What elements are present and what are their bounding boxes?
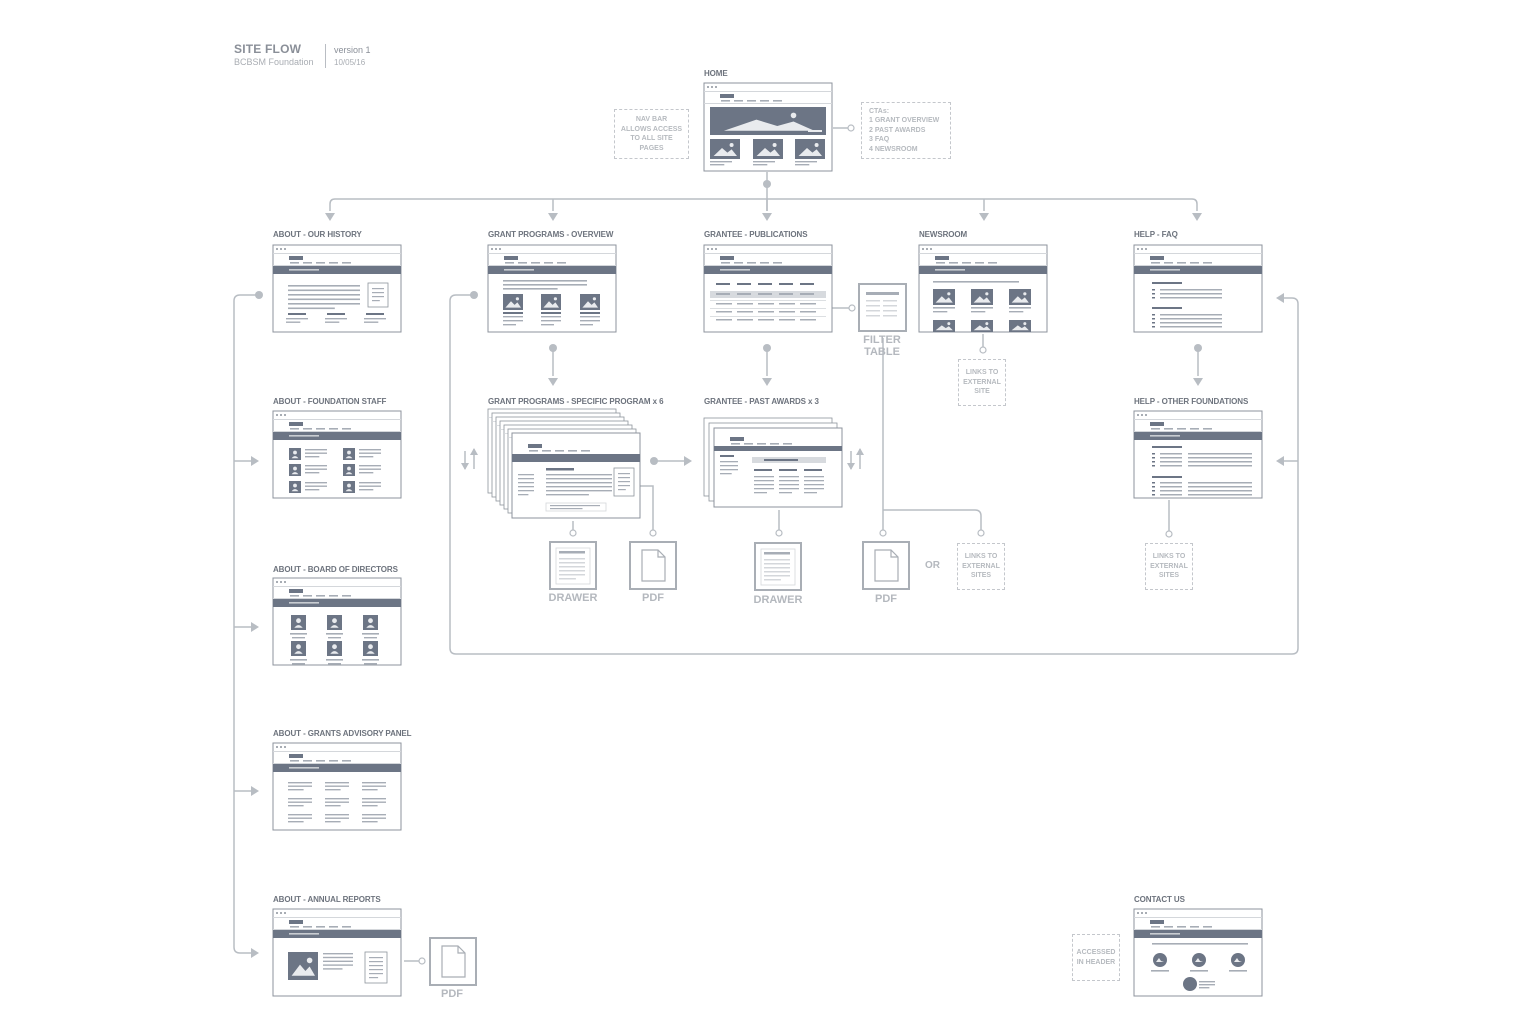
about-reports-wireframe xyxy=(272,908,402,997)
label-about-board: ABOUT - BOARD OF DIRECTORS xyxy=(273,565,398,574)
drawer-icon-grant xyxy=(549,541,597,590)
note-ctas: CTAs: 1 GRANT OVERVIEW 2 PAST AWARDS 3 F… xyxy=(861,102,951,159)
label-filter-table: FILTER TABLE xyxy=(863,334,901,358)
label-grantee-publications: GRANTEE - PUBLICATIONS xyxy=(704,230,808,239)
label-newsroom: NEWSROOM xyxy=(919,230,968,239)
note-header-access: ACCESSED IN HEADER xyxy=(1072,934,1120,981)
help-faq-wireframe xyxy=(1133,244,1263,333)
label-grant-overview: GRANT PROGRAMS - OVERVIEW xyxy=(488,230,614,239)
home-wireframe xyxy=(703,82,833,172)
grant-specific-wireframe xyxy=(487,408,641,519)
label-or: OR xyxy=(925,560,940,571)
label-grant-specific: GRANT PROGRAMS - SPECIFIC PROGRAM x 6 xyxy=(488,397,664,406)
label-about-staff: ABOUT - FOUNDATION STAFF xyxy=(273,397,387,406)
note-external-sites: LINKS TO EXTERNAL SITES xyxy=(957,543,1005,590)
label-pdf-grant: PDF xyxy=(642,592,664,604)
label-pdf-reports: PDF xyxy=(441,988,463,1000)
note-nav-bar: NAV BAR ALLOWS ACCESS TO ALL SITE PAGES xyxy=(614,109,689,159)
help-other-wireframe xyxy=(1133,410,1263,499)
pdf-icon-publications xyxy=(862,541,910,590)
note-help-links: LINKS TO EXTERNAL SITES xyxy=(1145,543,1193,590)
pdf-icon-grant xyxy=(629,541,677,590)
newsroom-wireframe xyxy=(918,244,1048,333)
flow-diagram xyxy=(233,82,1299,997)
grantee-publications-wireframe xyxy=(703,244,833,333)
about-staff-wireframe xyxy=(272,410,402,499)
label-help-other: HELP - OTHER FOUNDATIONS xyxy=(1134,397,1249,406)
label-help-faq: HELP - FAQ xyxy=(1134,230,1178,239)
label-drawer-grant: DRAWER xyxy=(548,592,598,604)
label-pdf-publications: PDF xyxy=(875,593,897,605)
contact-wireframe xyxy=(1133,908,1263,997)
note-newsroom-links: LINKS TO EXTERNAL SITE xyxy=(958,359,1006,406)
filter-table-icon xyxy=(858,283,907,332)
about-board-wireframe xyxy=(272,577,402,666)
label-about-reports: ABOUT - ANNUAL REPORTS xyxy=(273,895,381,904)
grantee-past-awards-wireframe xyxy=(703,417,843,508)
label-drawer-awards: DRAWER xyxy=(753,594,803,606)
label-contact: CONTACT US xyxy=(1134,895,1185,904)
pdf-icon-reports xyxy=(429,937,477,986)
label-about-advisory: ABOUT - GRANTS ADVISORY PANEL xyxy=(273,729,412,738)
label-about-history: ABOUT - OUR HISTORY xyxy=(273,230,362,239)
label-grantee-past-awards: GRANTEE - PAST AWARDS x 3 xyxy=(704,397,819,406)
grant-overview-wireframe xyxy=(487,244,617,333)
label-home: HOME xyxy=(704,69,728,78)
drawer-icon-awards xyxy=(754,542,802,591)
about-advisory-wireframe xyxy=(272,742,402,831)
about-history-wireframe xyxy=(272,244,402,333)
